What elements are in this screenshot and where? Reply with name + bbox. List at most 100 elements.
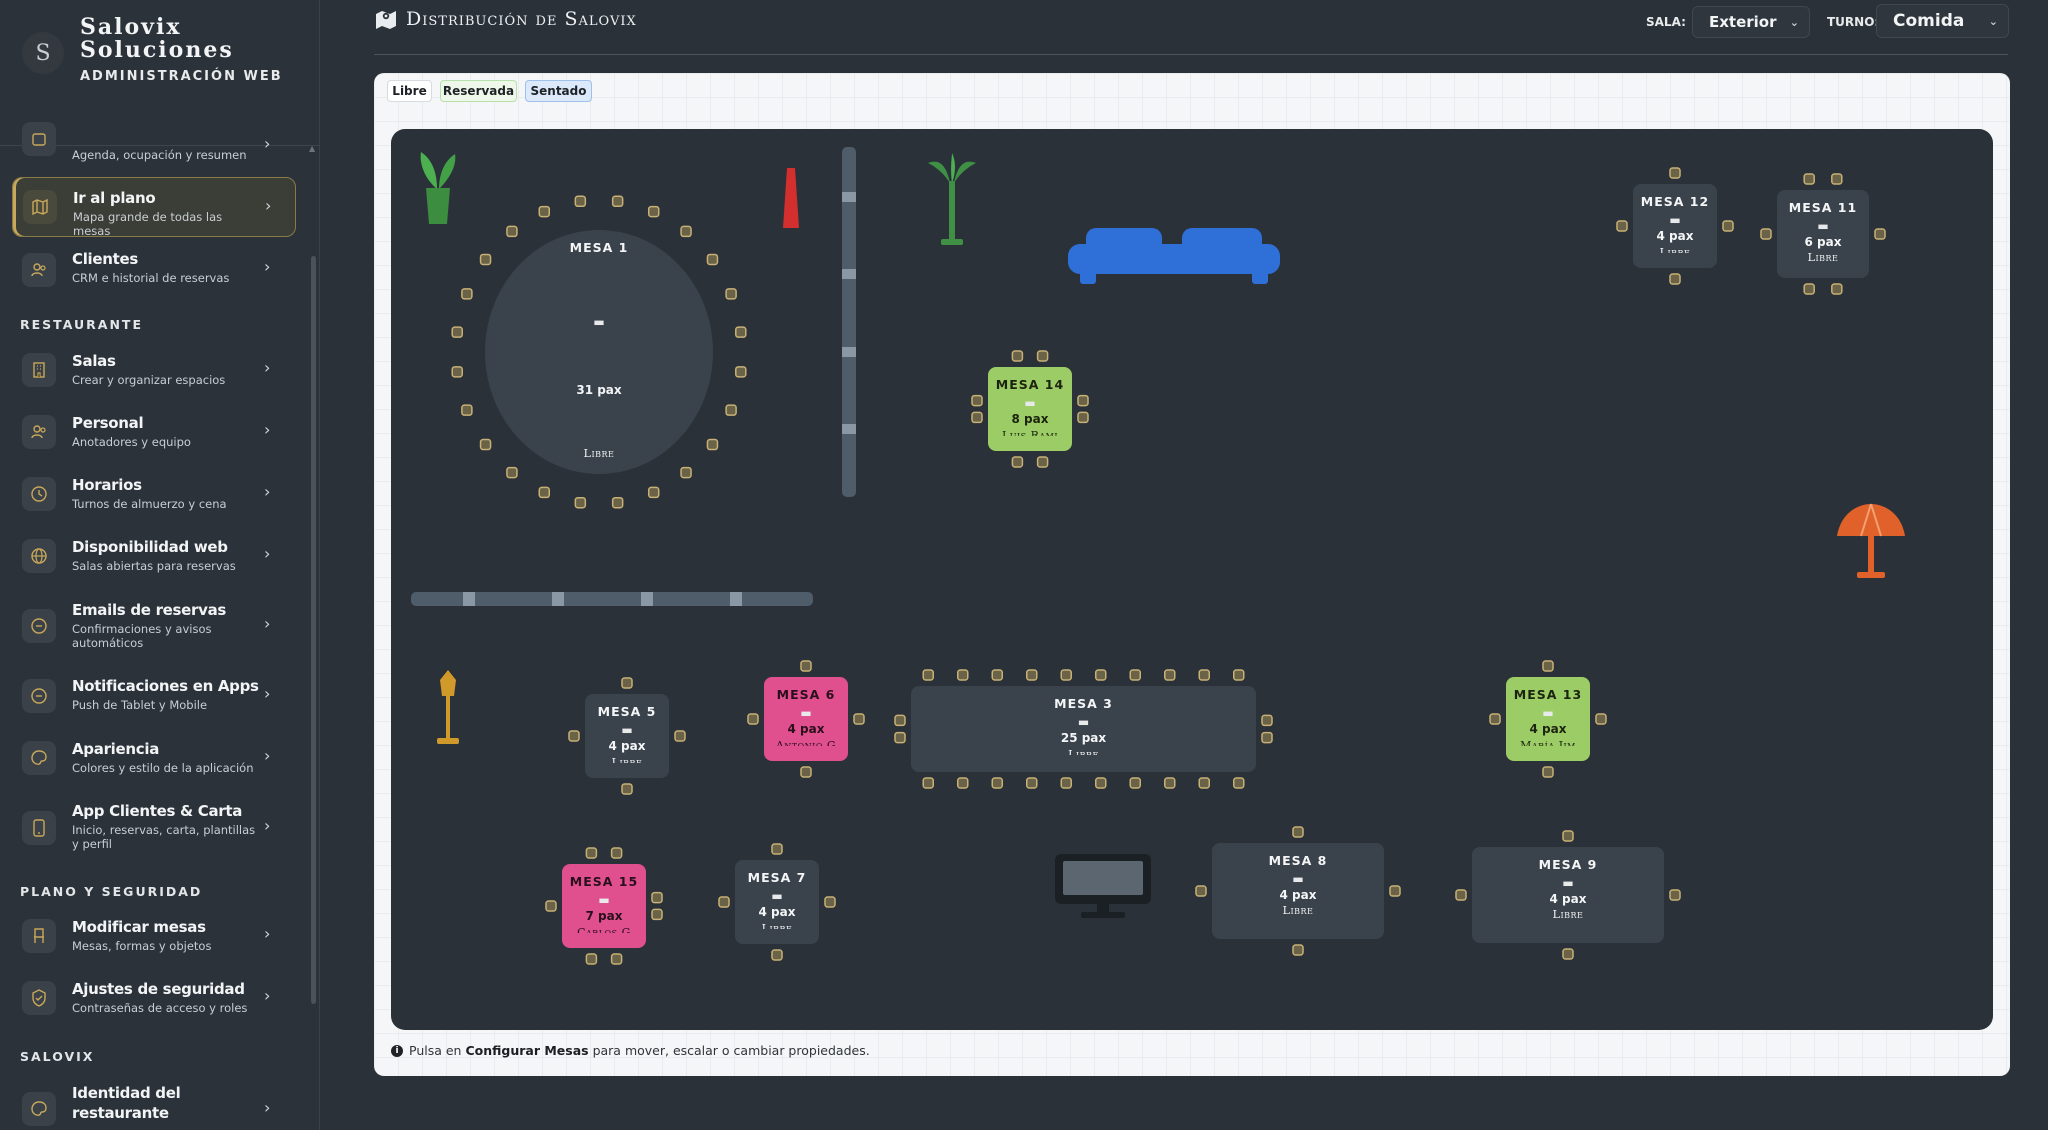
sofa-small-icon: ▬ [621,723,633,737]
sidebar-item-label: Apariencia [72,740,160,758]
chair [922,669,934,681]
table-status: Libre [611,756,643,763]
chair [725,404,737,416]
chevron-right-icon: › [264,746,271,765]
chair [1233,777,1245,789]
table-mesa-12[interactable]: MESA 12 ▬ 4 pax Libre [1633,184,1717,268]
footer-note: i Pulsa en Configurar Mesas para mover, … [391,1043,870,1058]
page-title-text: Distribución de Salovix [406,8,637,30]
chevron-right-icon: › [264,134,271,153]
sidebar-item-label: Ir al plano [73,189,156,207]
table-name: MESA 7 [747,870,807,885]
chair [1077,394,1089,407]
chair [735,326,747,338]
bottle-icon [783,168,799,228]
chair [545,900,557,912]
chair [568,730,580,742]
sidebar-item-desc: Turnos de almuerzo y cena [72,497,227,511]
sala-select[interactable]: Exterior ⌄ [1692,6,1810,38]
table-mesa-13[interactable]: MESA 13 ▬ 4 pax María Jim [1506,677,1590,761]
sidebar-item-salas[interactable]: Salas Crear y organizar espacios › [12,340,296,400]
map-pin-icon [376,11,396,29]
sofa-small-icon: ▬ [1542,706,1554,720]
table-mesa-3[interactable]: MESA 3 ▬ 25 pax Libre [911,686,1256,772]
chair [894,714,906,727]
chair [538,205,551,218]
sidebar-item-clientes[interactable]: Clientes CRM e historial de reservas › [12,240,296,300]
sidebar-item-ir-al-plano[interactable]: Ir al plano Mapa grande de todas las mes… [12,177,296,238]
scroll-up-arrow[interactable]: ▲ [309,144,315,153]
chair [1011,350,1024,362]
chair [574,496,587,509]
table-mesa-1[interactable]: MESA 1 ▬ 31 pax Libre [485,230,713,474]
table-name: MESA 8 [1268,853,1328,868]
chair [1669,167,1681,179]
table-mesa-5[interactable]: MESA 5 ▬ 4 pax Libre [585,694,669,778]
chair [479,253,492,266]
sidebar-item-notificaciones[interactable]: Notificaciones en Apps Push de Tablet y … [12,666,296,726]
table-pax: 25 pax [1060,731,1107,745]
sidebar-scrollbar[interactable] [311,256,316,1004]
chair [1095,777,1107,789]
legend-libre: Libre [387,80,432,102]
sidebar-item-personal[interactable]: Personal Anotadores y equipo › [12,402,296,462]
turno-select[interactable]: Comida ⌄ [1876,4,2009,38]
chair [621,783,633,795]
map-icon [23,190,57,224]
legend-sentado: Sentado [525,80,592,102]
chair [1562,948,1574,960]
sidebar-item-identidad[interactable]: Identidad del restaurante › [12,1076,296,1130]
table-status: Libre [1807,251,1839,264]
chair [1095,669,1107,681]
sidebar-item-desc: Crear y organizar espacios [72,373,226,387]
users-icon [22,253,56,287]
chevron-right-icon: › [264,420,271,439]
legend-reservada: Reservada [440,80,517,102]
table-mesa-11[interactable]: MESA 11 ▬ 6 pax Libre [1777,190,1869,278]
shield-icon [22,981,56,1015]
chair [1129,777,1141,789]
sidebar-item-app-clientes[interactable]: App Clientes & Carta Inicio, reservas, c… [12,792,296,864]
chair [991,777,1003,789]
table-mesa-14[interactable]: MESA 14 ▬ 8 pax Luis Rami [988,367,1072,451]
sidebar: S Salovix Soluciones ADMINISTRACIÓN WEB ▲… [0,0,320,1130]
sidebar-item-dashboard[interactable]: Agenda, ocupación y resumen › [12,122,296,168]
sidebar-item-label: Horarios [72,476,142,494]
chevron-down-icon: ⌄ [1789,15,1799,29]
sidebar-item-apariencia[interactable]: Apariencia Colores y estilo de la aplica… [12,728,296,788]
circle-minus-icon [22,679,56,713]
table-pax: 4 pax [1549,892,1587,906]
chair [922,777,934,789]
table-mesa-7[interactable]: MESA 7 ▬ 4 pax Libre [735,860,819,944]
floor-plan-canvas[interactable]: MESA 1 ▬ 31 pax Libre MESA 14 ▬ 8 pax Lu… [391,129,1993,1030]
table-name: MESA 12 [1640,194,1710,209]
chair [1164,777,1176,789]
table-mesa-9[interactable]: MESA 9 ▬ 4 pax Libre [1472,847,1664,943]
table-mesa-8[interactable]: MESA 8 ▬ 4 pax Libre [1212,843,1384,939]
sofa-small-icon: ▬ [1562,876,1574,890]
chair [957,669,969,681]
sidebar-item-emails-de-reservas[interactable]: Emails de reservas Confirmaciones y avis… [12,590,296,662]
chair [1669,889,1681,901]
brand-logo: S [22,32,64,74]
table-mesa-15[interactable]: MESA 15 ▬ 7 pax Carlos G [562,864,646,948]
sidebar-item-disponibilidad-web[interactable]: Disponibilidad web Salas abiertas para r… [12,526,296,586]
sidebar-item-horarios[interactable]: Horarios Turnos de almuerzo y cena › [12,464,296,524]
chair [853,713,865,725]
chevron-right-icon: › [264,544,271,563]
info-icon: i [391,1044,403,1057]
sidebar-item-desc: Colores y estilo de la aplicación [72,761,254,775]
sidebar-item-ajustes-seguridad[interactable]: Ajustes de seguridad Contraseñas de acce… [12,968,296,1028]
sidebar-item-modificar-mesas[interactable]: Modificar mesas Mesas, formas y objetos … [12,906,296,966]
sidebar-item-desc: Mesas, formas y objetos [72,939,212,953]
sidebar-item-desc: Push de Tablet y Mobile [72,698,208,712]
chair [771,949,783,961]
table-mesa-6[interactable]: MESA 6 ▬ 4 pax Antonio G [764,677,848,761]
chair [1595,713,1607,725]
chevron-right-icon: › [264,816,271,835]
chair [1077,411,1089,424]
chair [1195,885,1207,897]
sofa-small-icon: ▬ [800,706,812,720]
table-pax: 4 pax [1279,888,1317,902]
chair [1803,283,1815,295]
